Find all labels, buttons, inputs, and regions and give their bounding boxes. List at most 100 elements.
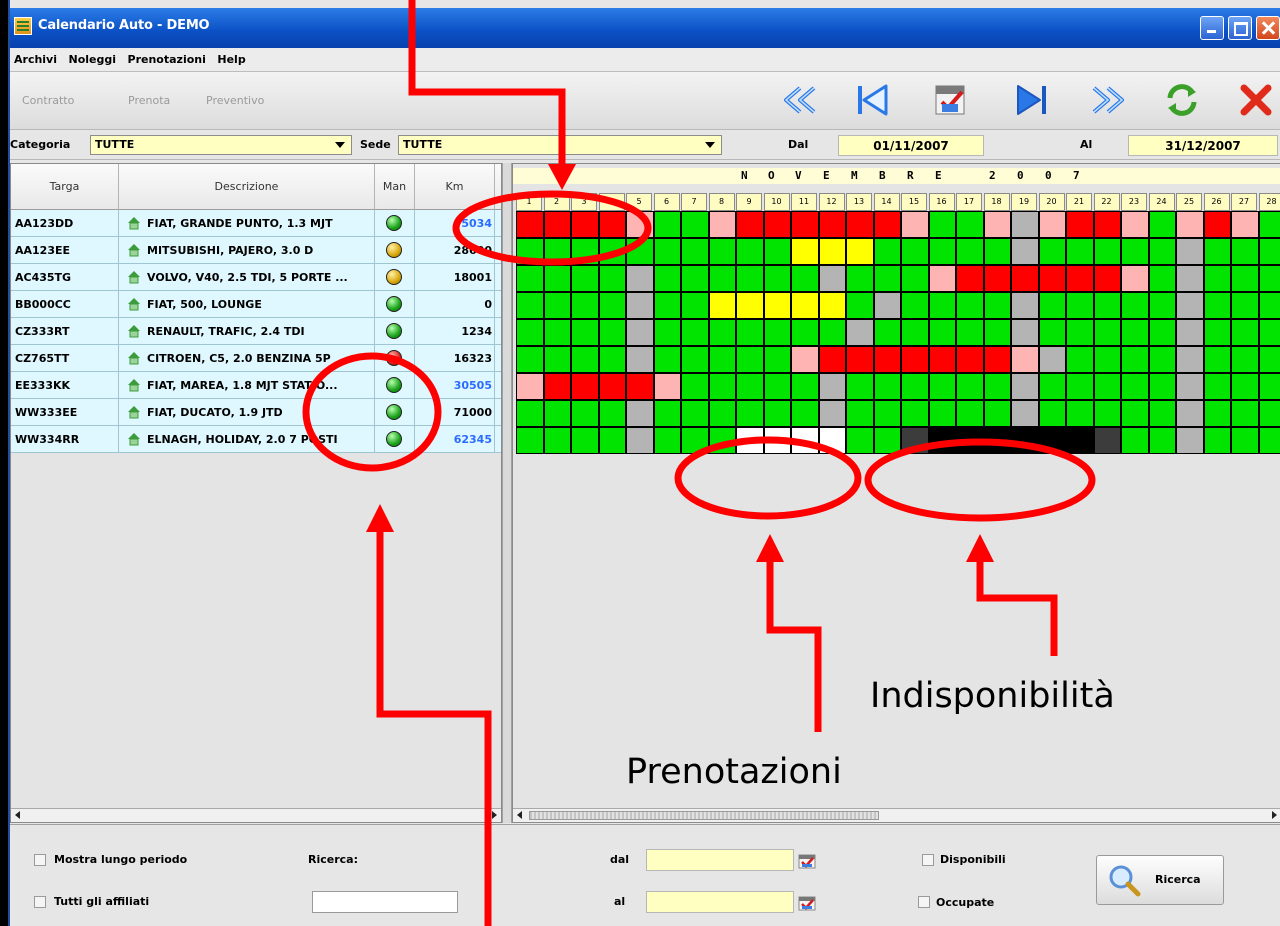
calendar-cell[interactable] (956, 292, 984, 319)
calendar-cell[interactable] (1176, 265, 1204, 292)
calendar-cell[interactable] (901, 427, 929, 454)
sede-select[interactable]: TUTTE (398, 135, 722, 155)
calendar-cell[interactable] (571, 292, 599, 319)
calendar-cell[interactable] (1148, 238, 1176, 265)
calendar-cell[interactable] (736, 292, 764, 319)
calendar-cell[interactable] (791, 265, 819, 292)
column-km[interactable]: Km (415, 164, 495, 210)
calendar-cell[interactable] (1258, 346, 1280, 373)
preventivo-button[interactable]: Preventivo (206, 94, 264, 107)
calendar-cell[interactable] (1203, 211, 1231, 238)
calendar-cell[interactable] (626, 346, 654, 373)
column-targa[interactable]: Targa (11, 164, 119, 210)
day-header-cell[interactable]: 21 (1066, 193, 1092, 211)
calendar-cell[interactable] (983, 427, 1011, 454)
dal-bottom-field[interactable] (646, 849, 794, 871)
calendar-cell[interactable] (763, 265, 791, 292)
calendar-cell[interactable] (928, 346, 956, 373)
fast-forward-icon[interactable] (1086, 80, 1130, 120)
calendar-cell[interactable] (1148, 427, 1176, 454)
calendar-cell[interactable] (791, 427, 819, 454)
calendar-cell[interactable] (928, 373, 956, 400)
calendar-cell[interactable] (598, 427, 626, 454)
calendar-cell[interactable] (1121, 346, 1149, 373)
calendar-cell[interactable] (1176, 346, 1204, 373)
calendar-cell[interactable] (956, 211, 984, 238)
calendar-cell[interactable] (1038, 319, 1066, 346)
fast-back-icon[interactable] (778, 80, 822, 120)
calendar-cell[interactable] (516, 400, 544, 427)
calendar-cell[interactable] (1148, 265, 1176, 292)
calendar-cell[interactable] (1038, 292, 1066, 319)
calendar-cell[interactable] (818, 427, 846, 454)
calendar-cell[interactable] (983, 400, 1011, 427)
calendar-cell[interactable] (791, 319, 819, 346)
calendar-cell[interactable] (1038, 427, 1066, 454)
calendar-cell[interactable] (681, 427, 709, 454)
calendar-cell[interactable] (1066, 346, 1094, 373)
calendar-cell[interactable] (1066, 373, 1094, 400)
calendar-cell[interactable] (681, 292, 709, 319)
calendar-cell[interactable] (681, 211, 709, 238)
day-header-cell[interactable]: 7 (681, 193, 707, 211)
day-header-cell[interactable]: 25 (1176, 193, 1202, 211)
calendar-cell[interactable] (846, 400, 874, 427)
dal-date-field[interactable]: 01/11/2007 (838, 135, 984, 156)
calendar-cell[interactable] (846, 265, 874, 292)
calendar-cell[interactable] (1011, 346, 1039, 373)
calendar-cell[interactable] (736, 265, 764, 292)
calendar-cell[interactable] (901, 346, 929, 373)
calendar-cell[interactable] (1203, 346, 1231, 373)
calendar-cell[interactable] (1231, 319, 1259, 346)
calendar-cell[interactable] (846, 427, 874, 454)
calendar-horizontal-scrollbar[interactable] (513, 808, 1280, 822)
calendar-cell[interactable] (626, 319, 654, 346)
window-close-button[interactable] (1256, 16, 1280, 40)
calendar-cell[interactable] (736, 373, 764, 400)
calendar-cell[interactable] (1176, 292, 1204, 319)
calendar-cell[interactable] (1038, 211, 1066, 238)
calendar-cell[interactable] (598, 373, 626, 400)
calendar-cell[interactable] (846, 292, 874, 319)
calendar-cell[interactable] (543, 292, 571, 319)
calendar-cell[interactable] (818, 211, 846, 238)
calendar-cell[interactable] (708, 400, 736, 427)
calendar-cell[interactable] (681, 238, 709, 265)
calendar-cell[interactable] (818, 346, 846, 373)
scroll-right-icon[interactable] (492, 811, 497, 819)
calendar-cell[interactable] (983, 211, 1011, 238)
minimize-button[interactable] (1200, 16, 1224, 40)
maximize-button[interactable] (1228, 16, 1252, 40)
calendar-cell[interactable] (1148, 346, 1176, 373)
calendar-cell[interactable] (516, 292, 544, 319)
calendar-cell[interactable] (791, 292, 819, 319)
calendar-cell[interactable] (516, 265, 544, 292)
calendar-cell[interactable] (1148, 319, 1176, 346)
calendar-cell[interactable] (956, 373, 984, 400)
calendar-cell[interactable] (791, 373, 819, 400)
day-header-cell[interactable]: 17 (956, 193, 982, 211)
calendar-cell[interactable] (736, 319, 764, 346)
calendar-cell[interactable] (598, 346, 626, 373)
calendar-cell[interactable] (873, 319, 901, 346)
calendar-cell[interactable] (901, 211, 929, 238)
calendar-cell[interactable] (846, 319, 874, 346)
calendar-cell[interactable] (928, 400, 956, 427)
calendar-cell[interactable] (956, 400, 984, 427)
table-row[interactable]: BB000CC FIAT, 500, LOUNGE 0 (11, 291, 501, 318)
calendar-cell[interactable] (901, 373, 929, 400)
day-header-cell[interactable]: 20 (1038, 193, 1065, 211)
calendar-cell[interactable] (1258, 319, 1280, 346)
calendar-cell[interactable] (1066, 427, 1094, 454)
calendar-cell[interactable] (901, 292, 929, 319)
calendar-picker-icon[interactable] (798, 895, 816, 911)
calendar-cell[interactable] (1066, 292, 1094, 319)
calendar-cell[interactable] (1066, 211, 1094, 238)
calendar-cell[interactable] (708, 346, 736, 373)
calendar-cell[interactable] (1148, 211, 1176, 238)
calendar-cell[interactable] (681, 346, 709, 373)
calendar-cell[interactable] (543, 211, 571, 238)
calendar-cell[interactable] (1038, 373, 1066, 400)
calendar-cell[interactable] (1258, 265, 1280, 292)
day-header-cell[interactable]: 12 (818, 193, 845, 211)
